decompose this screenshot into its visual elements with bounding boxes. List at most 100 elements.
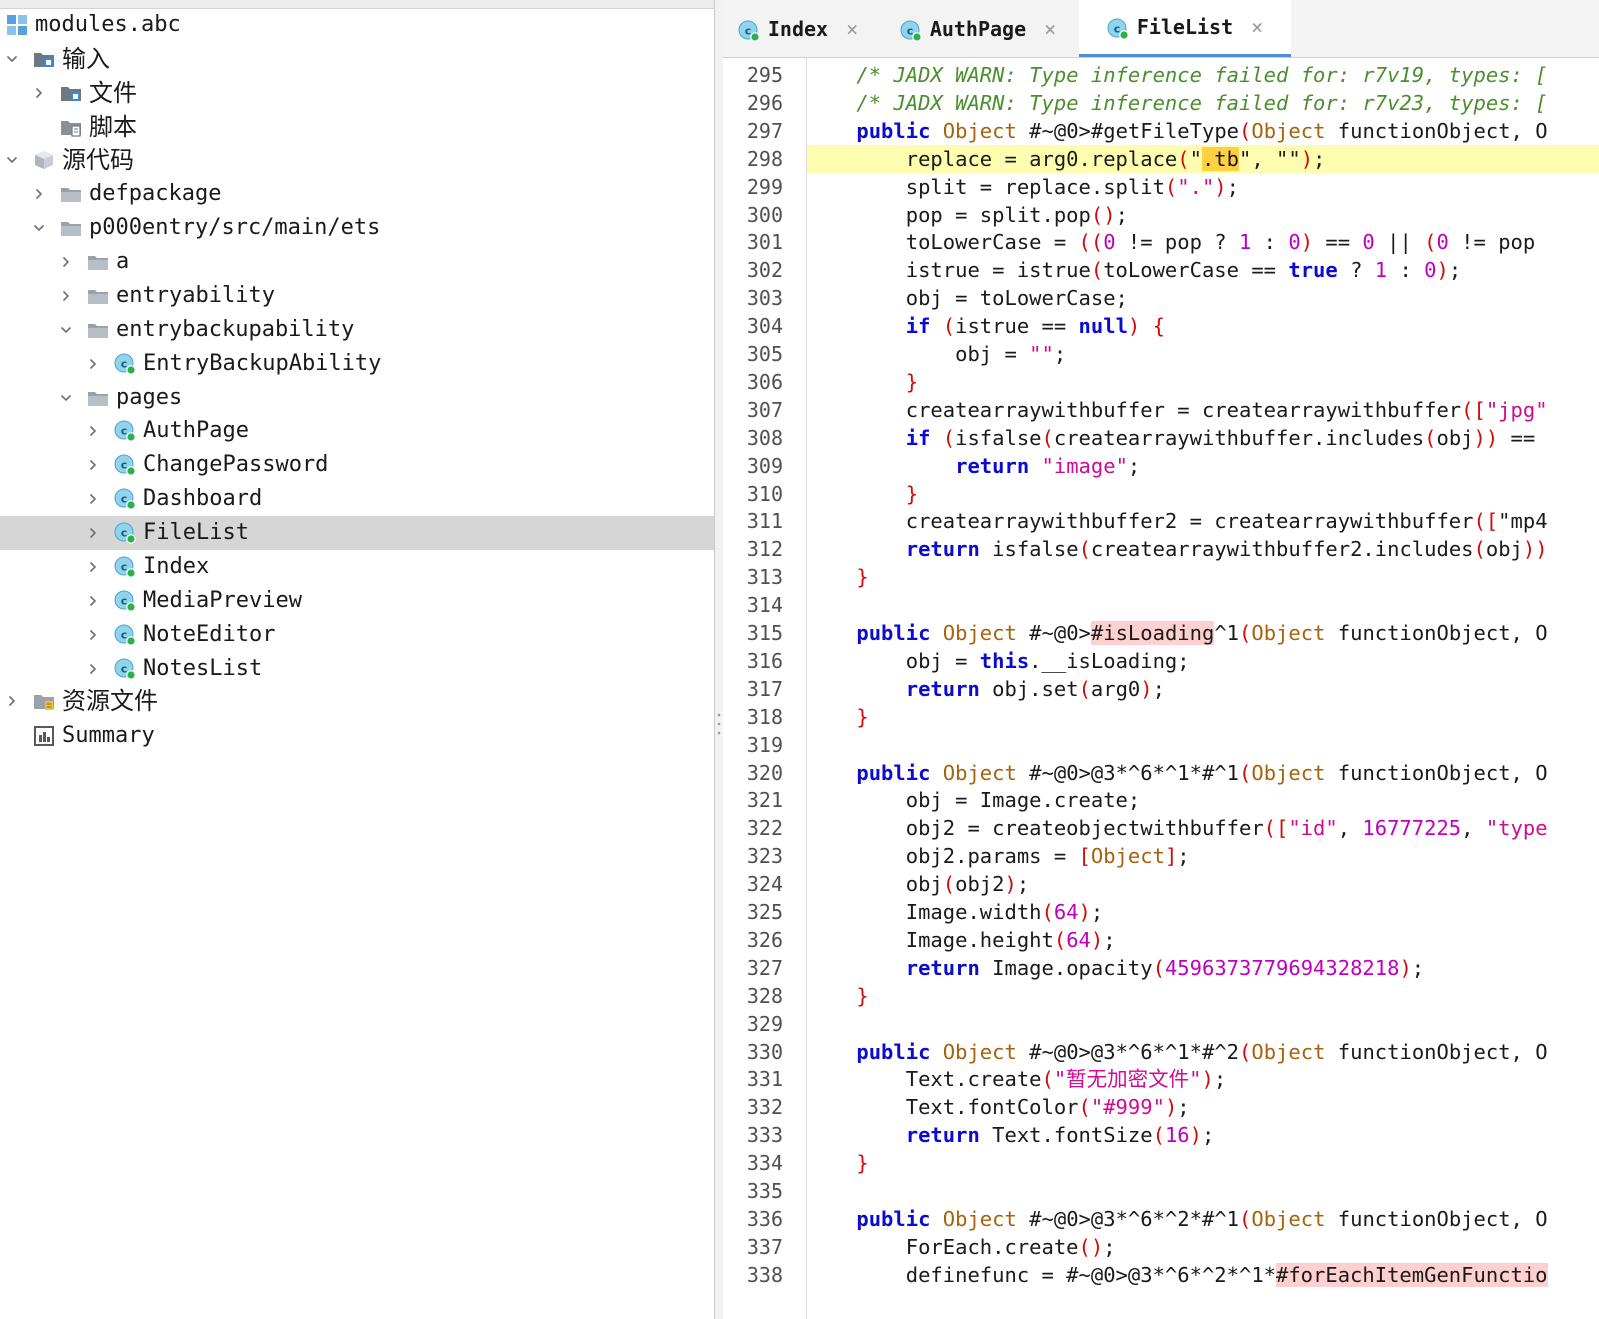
chevron-right-icon[interactable] [60, 256, 72, 268]
chevron-down-icon[interactable] [60, 392, 72, 404]
code-line[interactable]: obj(obj2); [807, 870, 1599, 899]
tree-item[interactable]: c MediaPreview [0, 584, 714, 618]
tree-item[interactable]: 输入 [0, 42, 714, 76]
tree-item[interactable]: 脚本 [0, 110, 714, 144]
code-line[interactable]: istrue = istrue(toLowerCase == true ? 1 … [807, 256, 1599, 285]
chevron-down-icon[interactable] [33, 222, 45, 234]
close-icon[interactable]: × [1251, 15, 1263, 39]
code-line[interactable]: obj2 = createobjectwithbuffer(["id", 167… [807, 814, 1599, 843]
code-line[interactable]: /* JADX WARN: Type inference failed for:… [807, 61, 1599, 90]
tree-item[interactable]: 文件 [0, 76, 714, 110]
tree-item[interactable]: c NoteEditor [0, 618, 714, 652]
code-line[interactable] [807, 1010, 1599, 1039]
tree-item[interactable]: c FileList [0, 516, 714, 550]
tab-index[interactable]: c Index × [723, 0, 873, 57]
code-line[interactable] [807, 1177, 1599, 1206]
tree-item[interactable]: 资源文件 [0, 684, 714, 718]
code-line[interactable]: Image.width(64); [807, 898, 1599, 927]
code-token: Object [1090, 844, 1165, 869]
code-line[interactable]: } [807, 563, 1599, 592]
code-line[interactable]: definefunc = #~@0>@3*^6*^2*^1*#forEachIt… [807, 1261, 1599, 1290]
code-line[interactable]: split = replace.split("."); [807, 173, 1599, 202]
tab-filelist[interactable]: c FileList × [1079, 0, 1291, 57]
code-line[interactable]: return Image.opacity(4596373779694328218… [807, 954, 1599, 983]
code-line[interactable]: toLowerCase = ((0 != pop ? 1 : 0) == 0 |… [807, 228, 1599, 257]
code-line[interactable]: public Object #~@0>@3*^6*^2*#^1(Object f… [807, 1205, 1599, 1234]
code-line[interactable]: return "image"; [807, 452, 1599, 481]
chevron-right-icon[interactable] [87, 629, 99, 641]
tree-item[interactable]: p000entry/src/main/ets [0, 211, 714, 245]
chevron-right-icon[interactable] [87, 663, 99, 675]
code-line[interactable]: createarraywithbuffer = createarraywithb… [807, 396, 1599, 425]
code-line[interactable] [807, 591, 1599, 620]
chevron-right-icon[interactable] [33, 188, 45, 200]
tree-item[interactable]: pages [0, 381, 714, 415]
chevron-down-icon[interactable] [60, 324, 72, 336]
code-line[interactable]: public Object #~@0>@3*^6*^1*#^1(Object f… [807, 759, 1599, 788]
code-line[interactable]: return Text.fontSize(16); [807, 1121, 1599, 1150]
code-line[interactable] [807, 731, 1599, 760]
code-line[interactable]: public Object #~@0>@3*^6*^1*#^2(Object f… [807, 1038, 1599, 1067]
code-line[interactable]: } [807, 982, 1599, 1011]
code-line[interactable]: } [807, 703, 1599, 732]
code-line[interactable]: obj = toLowerCase; [807, 284, 1599, 313]
code-line[interactable]: Image.height(64); [807, 926, 1599, 955]
code-line[interactable]: pop = split.pop(); [807, 201, 1599, 230]
code-line[interactable]: obj = ""; [807, 340, 1599, 369]
code-line[interactable]: return isfalse(createarraywithbuffer2.in… [807, 535, 1599, 564]
code-line[interactable]: obj = this.__isLoading; [807, 647, 1599, 676]
code-line[interactable]: Text.create("暂无加密文件"); [807, 1065, 1599, 1094]
tree-item[interactable]: c EntryBackupAbility [0, 347, 714, 381]
code-token: ) [1300, 146, 1314, 171]
code-area[interactable]: /* JADX WARN: Type inference failed for:… [807, 58, 1599, 1319]
chevron-right-icon[interactable] [87, 595, 99, 607]
chevron-right-icon[interactable] [6, 695, 18, 707]
tree-item[interactable]: a [0, 245, 714, 279]
code-line[interactable]: public Object #~@0>#isLoading^1(Object f… [807, 619, 1599, 648]
code-token: ; [1201, 1123, 1215, 1148]
code-line[interactable]: public Object #~@0>#getFileType(Object f… [807, 117, 1599, 146]
tree-item[interactable]: defpackage [0, 177, 714, 211]
chevron-right-icon[interactable] [87, 459, 99, 471]
chevron-right-icon[interactable] [33, 87, 45, 99]
chevron-down-icon[interactable] [6, 154, 18, 166]
code-line[interactable]: if (istrue == null) { [807, 312, 1599, 341]
code-line[interactable]: if (isfalse(createarraywithbuffer.includ… [807, 424, 1599, 453]
code-token: Object [942, 760, 1017, 785]
code-line[interactable]: /* JADX WARN: Type inference failed for:… [807, 89, 1599, 118]
chevron-right-icon[interactable] [87, 527, 99, 539]
code-line[interactable]: obj = Image.create; [807, 786, 1599, 815]
code-line[interactable]: Text.fontColor("#999"); [807, 1093, 1599, 1122]
code-line[interactable]: createarraywithbuffer2 = createarraywith… [807, 507, 1599, 536]
code-line[interactable]: } [807, 1149, 1599, 1178]
tree-item[interactable]: Summary [0, 719, 714, 753]
tree-item[interactable]: entryability [0, 279, 714, 313]
tree-item[interactable]: c Dashboard [0, 482, 714, 516]
chevron-right-icon[interactable] [87, 358, 99, 370]
code-line[interactable]: obj2.params = [Object]; [807, 842, 1599, 871]
tree-item[interactable]: c ChangePassword [0, 448, 714, 482]
close-icon[interactable]: × [1044, 17, 1056, 41]
tree-item[interactable]: 源代码 [0, 143, 714, 177]
code-line[interactable]: } [807, 480, 1599, 509]
chevron-down-icon[interactable] [6, 53, 18, 65]
tree-item-label: MediaPreview [143, 588, 302, 613]
code-line[interactable]: replace = arg0.replace(".tb", ""); [807, 144, 1599, 174]
code-line[interactable]: ForEach.create(); [807, 1233, 1599, 1262]
chevron-right-icon[interactable] [87, 425, 99, 437]
code-line[interactable]: } [807, 368, 1599, 397]
tree-item[interactable]: c Index [0, 550, 714, 584]
chevron-right-icon[interactable] [87, 561, 99, 573]
tree-item[interactable]: entrybackupability [0, 313, 714, 347]
tree-item[interactable]: c NotesList [0, 652, 714, 686]
tree-item[interactable]: c AuthPage [0, 414, 714, 448]
close-icon[interactable]: × [846, 17, 858, 41]
tab-authpage[interactable]: c AuthPage × [887, 0, 1069, 57]
chevron-right-icon[interactable] [87, 493, 99, 505]
tree-item[interactable]: modules.abc [0, 8, 714, 42]
chevron-right-icon[interactable] [60, 290, 72, 302]
code-line[interactable]: return obj.set(arg0); [807, 675, 1599, 704]
code-token: } [856, 704, 869, 729]
